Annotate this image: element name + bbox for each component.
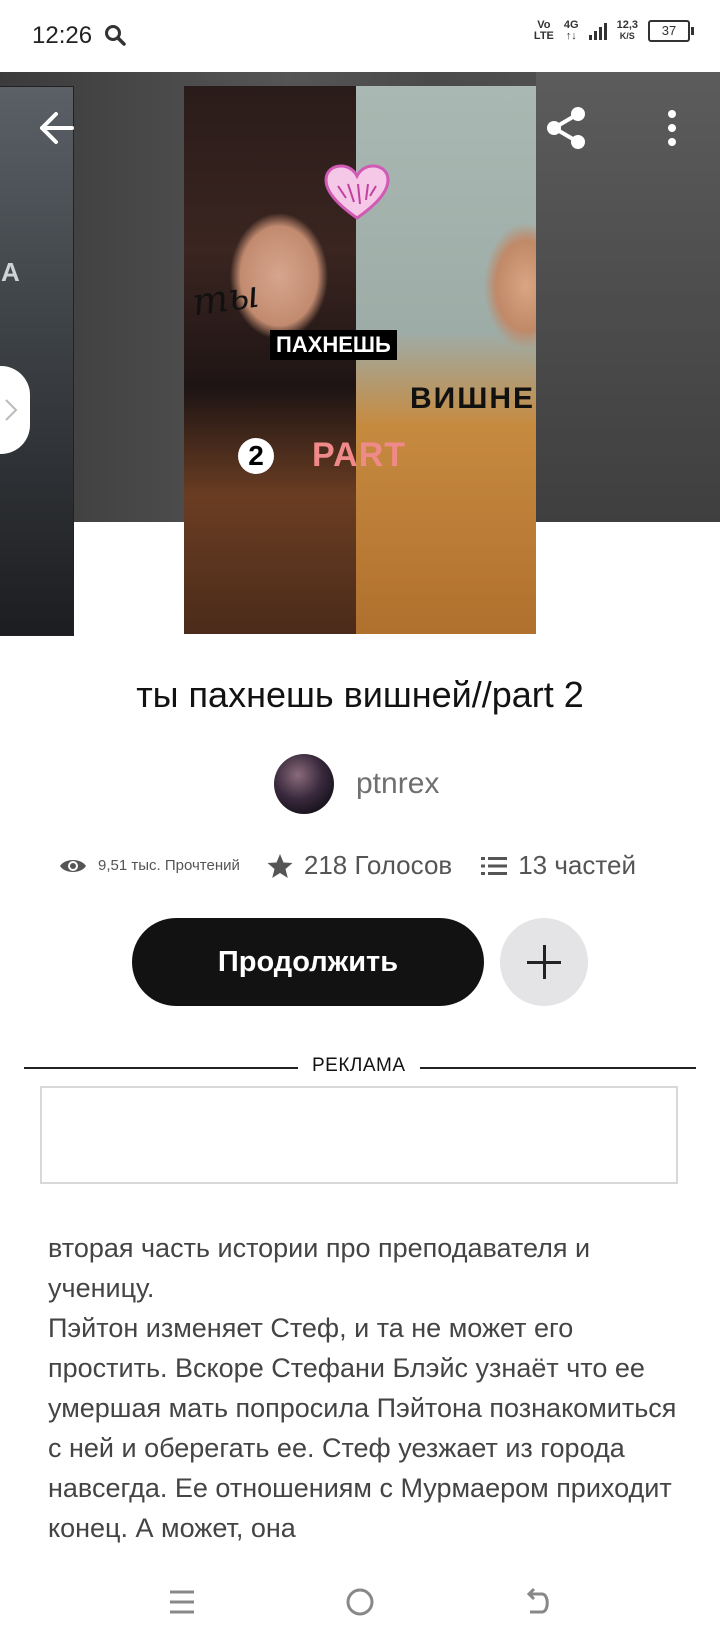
- cover-text-pakhnesh: ПАХНЕШЬ: [270, 330, 397, 360]
- home-icon[interactable]: [340, 1582, 380, 1622]
- back-arrow-icon[interactable]: [30, 100, 86, 156]
- search-icon: [105, 25, 126, 46]
- cover-text-vishney: ВИШНЕЙ: [410, 382, 536, 415]
- cover-text-ty: ты: [189, 271, 262, 325]
- system-back-icon[interactable]: [518, 1582, 558, 1622]
- status-bar: 12:26 Vo LTE 4G ↑↓ 12,3 K/S 37: [0, 0, 720, 72]
- signal-icon: [588, 22, 607, 40]
- network-type-indicator: 4G ↑↓: [563, 19, 579, 42]
- story-stats: 9,51 тыс. Прочтений 218 Голосов 13 часте…: [58, 850, 678, 881]
- add-to-library-button[interactable]: [500, 918, 588, 1006]
- avatar[interactable]: [274, 754, 334, 814]
- reads-stat: 9,51 тыс. Прочтений: [58, 855, 240, 877]
- cover-text-two: 2: [238, 438, 274, 474]
- votes-count: 218 Голосов: [303, 850, 453, 880]
- author-link[interactable]: ptnrex: [274, 754, 439, 814]
- more-options-icon[interactable]: [646, 100, 702, 156]
- share-icon[interactable]: [538, 100, 594, 156]
- previous-cover-preview[interactable]: А: [0, 86, 74, 636]
- previous-cover-text: А: [1, 257, 20, 287]
- chevron-right-icon: [5, 399, 18, 421]
- system-navigation-bar: [0, 1562, 720, 1640]
- continue-reading-button[interactable]: Продолжить: [132, 918, 484, 1006]
- reads-count: 9,51 тыс. Прочтений: [98, 857, 240, 874]
- votes-stat: 218 Голосов: [266, 850, 452, 881]
- star-icon: [267, 853, 293, 878]
- recent-apps-icon[interactable]: [162, 1582, 202, 1622]
- parts-count[interactable]: 13 частей: [518, 850, 636, 881]
- cover-text-part: PART: [312, 436, 407, 474]
- eye-icon: [60, 859, 86, 872]
- story-cover[interactable]: ты ПАХНЕШЬ ВИШНЕЙ 2 PART: [184, 86, 536, 634]
- status-time: 12:26: [32, 22, 93, 49]
- parts-stat[interactable]: 13 частей: [480, 850, 636, 881]
- ad-label: РЕКЛАМА: [298, 1055, 420, 1077]
- story-title: ты пахнешь вишней//part 2: [136, 674, 584, 715]
- list-icon: [481, 856, 508, 875]
- network-speed: 12,3 K/S: [616, 19, 638, 42]
- story-description: вторая часть истории про преподавателя и…: [48, 1233, 677, 1543]
- battery-icon: 37: [648, 20, 694, 42]
- ad-placeholder[interactable]: [40, 1086, 678, 1184]
- author-name[interactable]: ptnrex: [356, 767, 439, 801]
- status-icons: Vo LTE 4G ↑↓ 12,3 K/S 37: [533, 19, 694, 42]
- volte-indicator: Vo LTE: [533, 19, 554, 42]
- heart-icon: [324, 164, 390, 220]
